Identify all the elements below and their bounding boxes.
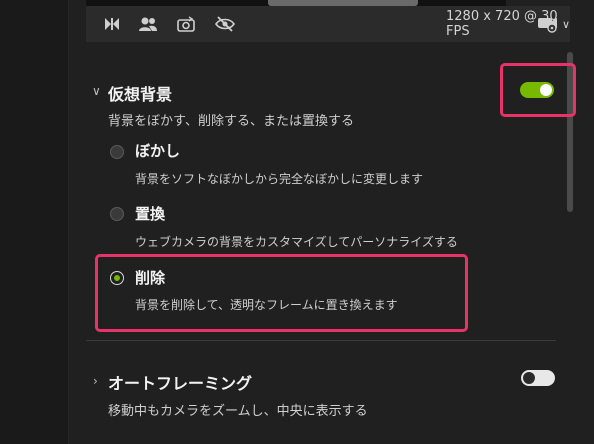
chevron-down-icon[interactable]: ∨: [92, 84, 101, 98]
camera-switch-icon[interactable]: [174, 6, 198, 42]
option-blur-title: ぼかし: [135, 142, 181, 160]
auto-framing-toggle[interactable]: [521, 370, 555, 386]
chevron-down-icon: ∨: [561, 17, 570, 31]
camera-settings-icon[interactable]: [536, 6, 560, 42]
option-blur-description: 背景をソフトなぼかしから完全なぼかしに変更します: [135, 172, 424, 186]
toggle-knob: [523, 372, 535, 384]
people-icon[interactable]: [136, 6, 160, 42]
auto-framing-title: オートフレーミング: [108, 374, 253, 393]
option-replace-title: 置換: [135, 205, 166, 223]
media-controls-icon[interactable]: [100, 6, 124, 42]
left-rail: [0, 0, 68, 444]
virtual-background-title: 仮想背景: [108, 85, 173, 104]
section-divider: [86, 340, 556, 341]
virtual-background-description: 背景をぼかす、削除する、または置換する: [108, 114, 354, 129]
auto-framing-description: 移動中もカメラをズームし、中央に表示する: [108, 404, 368, 419]
option-replace-description: ウェブカメラの背景をカスタマイズしてパーソナライズする: [135, 235, 458, 249]
visibility-off-icon[interactable]: [212, 6, 238, 42]
radio-replace[interactable]: [110, 207, 124, 221]
toggle-highlight: [500, 63, 576, 117]
chevron-right-icon[interactable]: ›: [93, 374, 98, 388]
option-highlight: [95, 254, 468, 332]
preview-toolbar: 1280 x 720 @ 30 FPS ∨: [86, 6, 570, 42]
radio-blur[interactable]: [110, 145, 124, 159]
